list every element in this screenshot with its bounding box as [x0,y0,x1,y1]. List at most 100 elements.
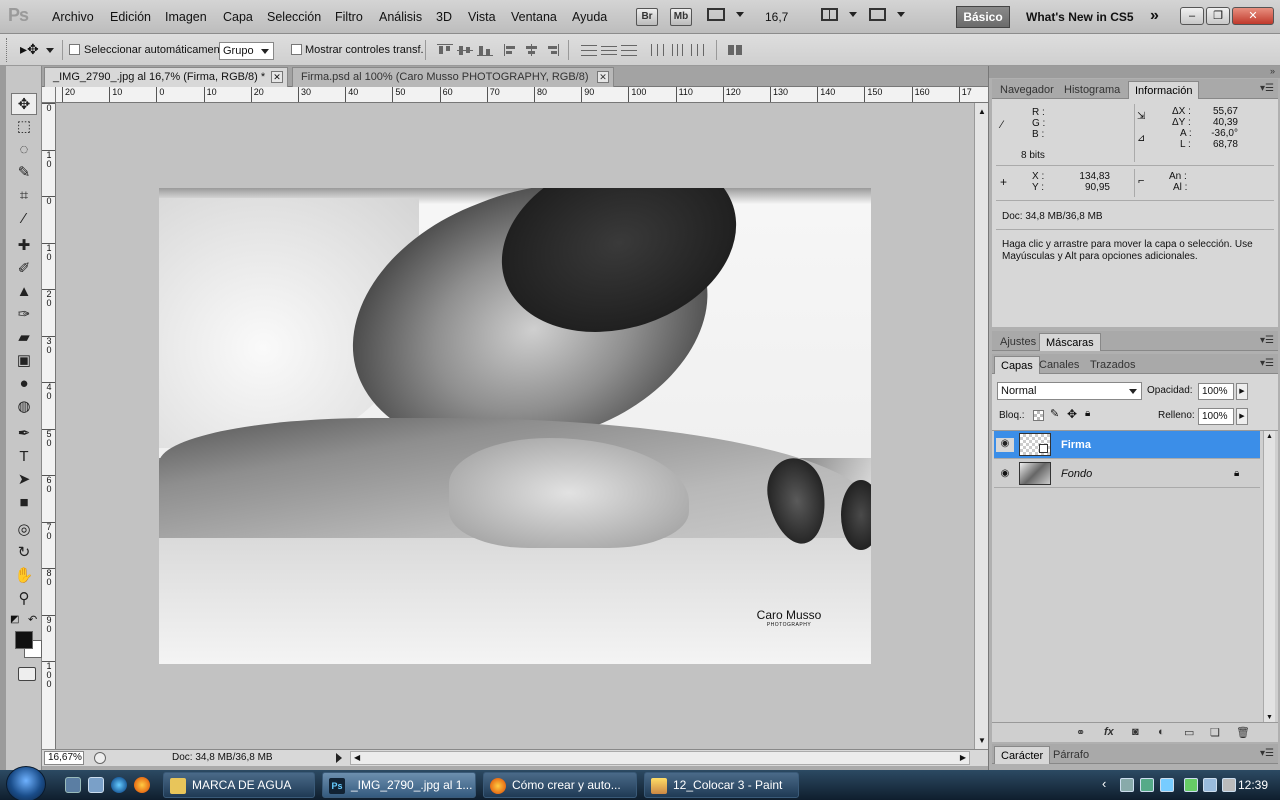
tab-ajustes[interactable]: Ajustes [994,333,1042,351]
tab-histograma[interactable]: Histograma [1058,81,1126,99]
link-layers-icon[interactable]: ⚭ [1076,726,1085,739]
tab-informacion[interactable]: Información [1128,81,1200,99]
visibility-eye-icon[interactable]: ◉ [996,438,1014,452]
new-layer-icon[interactable]: ❏ [1210,726,1220,739]
auto-align-layers-icon[interactable] [727,44,743,56]
bridge-button[interactable]: Br [636,8,658,26]
opacity-field[interactable]: 100% [1198,383,1234,400]
task-marca-de-agua[interactable]: MARCA DE AGUA [163,772,315,798]
canvas-area[interactable]: Caro Musso PHOTOGRAPHY [56,103,974,749]
tray-sync-icon[interactable] [1160,778,1174,792]
menu-edicion[interactable]: Edición [110,10,151,24]
menu-capa[interactable]: Capa [223,10,253,24]
canvas-vertical-scrollbar[interactable]: ▲ ▼ [974,103,988,749]
tab-img-2790[interactable]: _IMG_2790_.jpg al 16,7% (Firma, RGB/8) *… [44,67,288,87]
new-group-icon[interactable]: ▭ [1184,726,1194,739]
blend-mode-dropdown[interactable]: Normal [997,382,1142,400]
lock-pixels-icon[interactable]: ✎ [1050,407,1059,420]
dodge-tool-icon[interactable]: ◍ [11,396,37,418]
path-selection-tool-icon[interactable]: ➤ [11,469,37,491]
adjustment-layer-icon[interactable]: ◐ [1158,726,1165,738]
distribute-hcenter-icon[interactable] [670,44,686,56]
brush-tool-icon[interactable]: ✐ [11,258,37,280]
task-paint[interactable]: 12_Colocar 3 - Paint [644,772,799,798]
close-icon[interactable]: ✕ [271,71,283,83]
lock-transparency-icon[interactable] [1033,410,1044,421]
panel-menu-icon[interactable]: ▾☰ [1260,358,1274,369]
firefox-icon[interactable] [134,777,150,793]
history-brush-tool-icon[interactable]: ✑ [11,304,37,326]
layer-style-fx-icon[interactable]: fx [1104,726,1114,738]
auto-select-dropdown[interactable]: Grupo [219,42,274,60]
arrange-documents-button[interactable] [821,8,858,26]
hand-tool-icon[interactable]: ✋ [11,565,37,587]
lock-position-icon[interactable]: ✥ [1067,407,1077,421]
move-tool-preset-icon[interactable]: ▸✥ [20,41,39,58]
layer-row-firma[interactable]: ◉ Firma [994,431,1260,459]
distribute-vcenter-icon[interactable] [601,44,617,56]
align-vcenter-icon[interactable] [457,44,473,56]
panel-menu-icon[interactable]: ▾☰ [1260,335,1274,346]
3d-rotate-tool-icon[interactable]: ◎ [11,519,37,541]
menu-seleccion[interactable]: Selección [267,10,321,24]
menu-ayuda[interactable]: Ayuda [572,10,607,24]
task-firefox[interactable]: Cómo crear y auto... [483,772,637,798]
zoom-level[interactable]: 16,7 [765,10,788,24]
type-tool-icon[interactable]: T [11,446,37,468]
visibility-eye-icon[interactable]: ◉ [998,468,1012,480]
chevron-down-icon[interactable] [46,48,54,53]
tray-app-icon[interactable] [1120,778,1134,792]
layer-name[interactable]: Firma [1061,439,1091,451]
screen-mode-button[interactable] [869,8,906,26]
panel-collapse-bar[interactable]: » [989,66,1280,78]
quick-selection-tool-icon[interactable]: ✎ [11,162,37,184]
start-button[interactable] [6,766,46,800]
add-mask-icon[interactable]: ◙ [1132,726,1139,738]
tab-mascaras[interactable]: Máscaras [1039,333,1101,351]
tab-firma-psd[interactable]: Firma.psd al 100% (Caro Musso PHOTOGRAPH… [292,67,614,87]
lasso-tool-icon[interactable]: ◌ [11,139,37,161]
pen-tool-icon[interactable]: ✒ [11,423,37,445]
scroll-down-icon[interactable]: ▼ [978,736,986,745]
distribute-bottom-icon[interactable] [621,44,637,56]
tab-trazados[interactable]: Trazados [1084,356,1141,374]
eraser-tool-icon[interactable]: ▰ [11,327,37,349]
scroll-left-icon[interactable]: ◀ [354,752,360,764]
layers-scrollbar[interactable]: ▲ ▼ [1263,431,1275,723]
3d-orbit-tool-icon[interactable]: ↻ [11,542,37,564]
move-tool-icon[interactable]: ✥ [11,93,37,115]
watermark-signature[interactable]: Caro Musso PHOTOGRAPHY [739,608,839,628]
default-colors-icon[interactable]: ◩ [10,614,19,625]
minimize-button[interactable]: – [1180,7,1204,25]
menu-ventana[interactable]: Ventana [511,10,557,24]
task-photoshop[interactable]: Ps _IMG_2790_.jpg al 1... [322,772,476,798]
distribute-top-icon[interactable] [581,44,597,56]
eyedropper-tool-icon[interactable]: ⁄ [11,208,37,230]
status-menu-arrow-icon[interactable] [336,753,342,763]
menu-analisis[interactable]: Análisis [379,10,422,24]
tray-battery-icon[interactable] [1184,778,1198,792]
scroll-up-icon[interactable]: ▲ [1266,433,1273,440]
ruler-origin[interactable] [42,87,56,103]
panel-menu-icon[interactable]: ▾☰ [1260,748,1274,759]
lock-all-icon[interactable]: 🔒︎ [1085,408,1090,419]
rectangle-tool-icon[interactable]: ■ [11,492,37,514]
menu-archivo[interactable]: Archivo [52,10,94,24]
canvas-horizontal-scrollbar[interactable]: ◀ ▶ [350,751,970,765]
fill-slider-arrow-icon[interactable]: ▶ [1236,408,1248,425]
quick-mask-icon[interactable] [18,667,36,681]
menu-filtro[interactable]: Filtro [335,10,363,24]
align-bottom-icon[interactable] [477,44,493,56]
chevron-left-icon[interactable]: ‹ [1102,776,1106,791]
clone-stamp-tool-icon[interactable]: ▲ [11,281,37,303]
auto-select-checkbox[interactable] [69,44,80,55]
swap-colors-icon[interactable]: ↶ [28,613,37,626]
layer-name[interactable]: Fondo [1061,468,1092,480]
menu-imagen[interactable]: Imagen [165,10,207,24]
crop-tool-icon[interactable]: ⌗ [11,185,37,207]
panel-menu-icon[interactable]: ▾☰ [1260,83,1274,94]
whats-new-workspace[interactable]: What's New in CS5 [1026,10,1134,24]
workspace-basico-button[interactable]: Básico [956,6,1010,28]
tray-volume-icon[interactable] [1222,778,1236,792]
close-button[interactable]: ✕ [1232,7,1274,25]
